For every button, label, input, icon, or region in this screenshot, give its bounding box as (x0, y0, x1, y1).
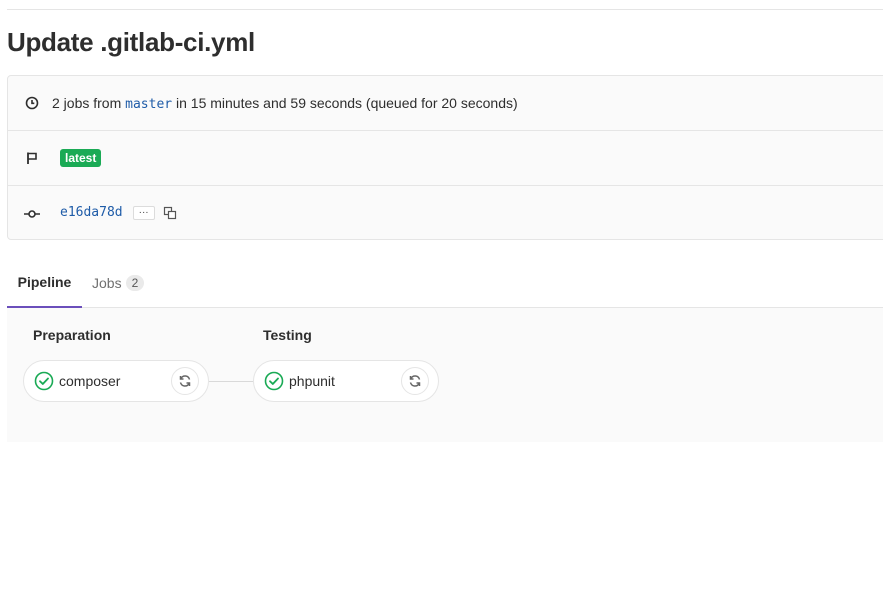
status-success-icon (264, 371, 284, 391)
pipeline-info-box: 2 jobs from master in 15 minutes and 59 … (7, 75, 883, 240)
stage-connector (209, 381, 255, 382)
stage-title-testing: Testing (263, 327, 312, 343)
tab-pipeline-label: Pipeline (17, 273, 72, 290)
job-phpunit[interactable]: phpunit (253, 360, 439, 402)
commit-icon (24, 205, 40, 221)
commit-row: e16da78d ··· (8, 185, 883, 239)
job-name-composer: composer (59, 373, 121, 389)
top-divider (7, 9, 883, 10)
pipeline-tabs: Pipeline Jobs 2 (7, 257, 883, 308)
pipeline-graph: Preparation Testing composer phpunit (7, 308, 883, 442)
pipeline-duration-row: 2 jobs from master in 15 minutes and 59 … (8, 76, 883, 130)
tab-jobs[interactable]: Jobs 2 (92, 257, 145, 308)
clock-icon (24, 95, 40, 111)
copy-icon[interactable] (163, 206, 177, 220)
jobs-count-text: 2 jobs from (52, 94, 122, 111)
branch-link[interactable]: master (125, 97, 172, 112)
status-success-icon (34, 371, 54, 391)
expand-commit-button[interactable]: ··· (132, 205, 155, 220)
jobs-count-badge: 2 (125, 274, 145, 291)
latest-badge: latest (60, 148, 102, 167)
job-name-phpunit: phpunit (289, 373, 335, 389)
duration-text: in 15 minutes and 59 seconds (queued for… (176, 94, 518, 111)
flag-icon (24, 150, 40, 166)
pipeline-badges-row: latest (8, 130, 883, 184)
jobs-summary: 2 jobs from master in 15 minutes and 59 … (52, 95, 518, 112)
retry-icon[interactable] (401, 367, 429, 395)
page-title: Update .gitlab-ci.yml (7, 27, 255, 57)
job-composer[interactable]: composer (23, 360, 209, 402)
tab-pipeline[interactable]: Pipeline (7, 257, 82, 308)
stage-title-preparation: Preparation (33, 327, 111, 343)
commit-sha-link[interactable]: e16da78d (60, 205, 123, 220)
tab-jobs-label: Jobs (92, 274, 122, 291)
retry-icon[interactable] (171, 367, 199, 395)
